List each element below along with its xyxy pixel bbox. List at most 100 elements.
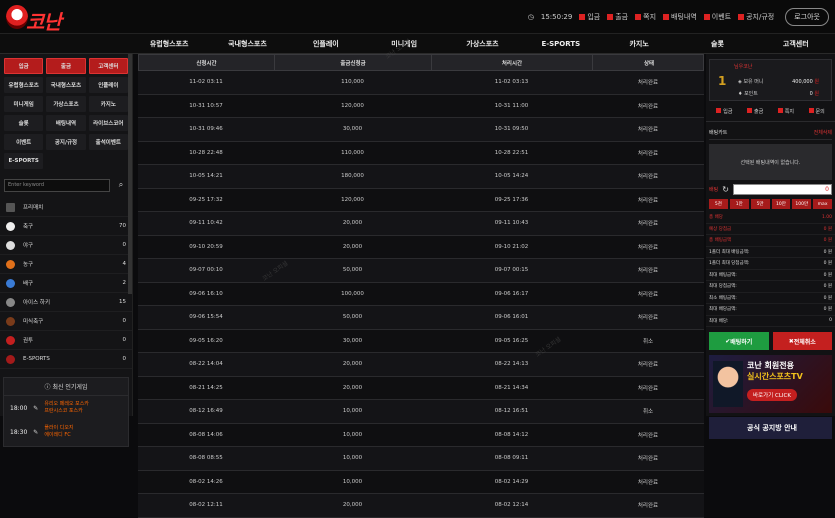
chip-max[interactable]: max [813,199,832,209]
sport-item-football[interactable]: 미식축구 0 [0,312,132,331]
account-message-button[interactable]: 쪽지 [777,108,794,115]
clear-slip-link[interactable]: 전체삭제 [814,129,832,136]
sport-item-basketball[interactable]: 농구 4 [0,255,132,274]
cell-status: 처리완료 [637,479,659,486]
top-link-bet-history[interactable]: 배팅내역 [663,12,697,22]
cell-amount: 110,000 [341,79,364,86]
quick-euro-sports[interactable]: 유럽형스포츠 [4,77,44,93]
sport-item-baseball[interactable]: 야구 0 [0,236,132,255]
cell-process-time: 10-28 22:51 [494,149,529,156]
nav-support[interactable]: 고객센터 [757,34,835,53]
nav-euro-sports[interactable]: 유럽형스포츠 [130,34,208,53]
account-deposit-button[interactable]: 입금 [716,108,732,115]
quick-slot[interactable]: 슬롯 [4,115,44,131]
baseball-icon [6,240,15,250]
site-logo[interactable]: 코난 [6,3,62,34]
character-image [713,361,743,407]
quick-inplay[interactable]: 인플레이 [88,77,128,93]
chip-1m[interactable]: 100만 [792,199,812,209]
quick-minigame[interactable]: 미니게임 [4,96,44,112]
place-bet-button[interactable]: ✔ 배팅하기 [709,332,769,350]
summary-value: 0 원 [823,307,832,313]
sport-item-boxing[interactable]: 권투 0 [0,331,132,350]
cell-request-time: 09-06 15:54 [189,314,223,321]
table-row: 09-25 17:32 120,000 09-25 17:36 처리완료 [138,188,704,212]
sport-item-icehockey[interactable]: 아이스 하키 15 [0,293,132,312]
cancel-all-button[interactable]: ✖ 전체취소 [772,332,832,350]
table-row: 08-08 08:55 10,000 08-08 09:11 처리완료 [138,447,704,471]
search-icon[interactable]: ⌕ [114,179,128,192]
table-row: 08-12 16:49 10,000 08-12 16:51 취소 [138,400,704,424]
cell-status: 처리완료 [637,503,659,510]
top-link-notice[interactable]: 공지/규정 [738,12,774,22]
table-body: 11-02 03:11 110,000 11-02 03:13 처리완료 10-31 1… [138,71,704,518]
quick-attendance[interactable]: 출석이벤트 [88,134,128,150]
quick-withdraw-button[interactable]: 출금 [46,58,86,74]
quick-event[interactable]: 이벤트 [4,134,44,150]
point-value: 0 원 [809,91,819,97]
top-link-deposit[interactable]: 입금 [579,12,600,22]
top-link-event[interactable]: 이벤트 [703,12,731,22]
cell-process-time: 09-25 17:36 [494,196,529,203]
nav-inplay[interactable]: 인플레이 [287,34,365,53]
main-nav: 유럽형스포츠 국내형스포츠 인플레이 미니게임 가상스포츠 E-SPORTS 카… [0,34,835,54]
quick-bet-history[interactable]: 배팅내역 [46,115,86,131]
quick-domestic-sports[interactable]: 국내형스포츠 [46,77,86,93]
cell-amount: 10,000 [342,455,363,462]
quick-deposit-button[interactable]: 입금 [4,58,44,74]
cell-request-time: 09-06 16:10 [189,290,223,297]
sport-item-esports[interactable]: E-SPORTS 0 [0,350,132,369]
sidebar-scrollbar[interactable] [128,54,132,294]
popular-game-row[interactable]: 18:00 ✎ 유리오 페레오 포스카 프란시스코 포스카 [4,396,128,420]
quick-support-button[interactable]: 고객센터 [88,58,128,74]
cell-process-time: 09-06 16:01 [494,314,529,321]
popular-game-row[interactable]: 18:30 ✎ 플라이 디오지 에이레디 FC [4,420,128,444]
cell-process-time: 08-22 14:13 [494,361,529,368]
cell-status: 처리완료 [637,80,659,87]
bet-amount-input[interactable]: 0 [732,184,832,195]
amount-chips: 5천 1만 5만 10만 100만 max [709,199,832,209]
cell-status: 처리완료 [637,456,659,463]
nav-virtual-sports[interactable]: 가상스포츠 [443,34,521,53]
quick-livescore[interactable]: 라이브스코어 [88,115,128,131]
chip-50k[interactable]: 5만 [750,199,770,209]
quick-casino[interactable]: 카지노 [88,96,128,112]
cell-amount: 20,000 [342,384,363,391]
level-badge: 1 [718,74,727,88]
nav-esports[interactable]: E-SPORTS [522,34,600,53]
money-label: ◈ 보유 머니 [738,79,764,85]
quick-notice[interactable]: 공지/규정 [46,134,86,150]
cell-amount: 180,000 [341,173,364,180]
money-value: 400,000 원 [792,79,819,85]
cell-status: 처리완료 [637,362,659,369]
cell-status: 처리완료 [637,432,659,439]
summary-value: 0 원 [823,284,832,290]
chip-5k[interactable]: 5천 [709,199,728,209]
summary-value: 0 원 [823,272,832,278]
summary-value: 0 원 [823,261,832,267]
nav-slot[interactable]: 슬롯 [678,34,756,53]
sport-item-soccer[interactable]: 축구 70 [0,217,132,236]
account-withdraw-button[interactable]: 출금 [747,108,763,115]
chip-10k[interactable]: 1만 [729,199,749,209]
banner-click-button[interactable]: 바로가기 CLICK [747,389,797,401]
refresh-icon[interactable]: ↻ [722,185,729,194]
top-link-message[interactable]: 쪽지 [635,12,656,22]
summary-label: 최소 배팅금액: [709,295,737,301]
tv-banner[interactable]: 코난 회원전용 실시간스포츠TV 바로가기 CLICK [709,355,832,413]
top-link-withdraw[interactable]: 출금 [607,12,628,22]
quick-virtual-sports[interactable]: 가상스포츠 [46,96,86,112]
nav-domestic-sports[interactable]: 국내형스포츠 [208,34,286,53]
table-row: 09-05 16:20 30,000 09-05 16:25 취소 [138,329,704,353]
cell-status: 처리완료 [637,103,659,110]
notice-banner[interactable]: 공식 공지방 안내 [709,417,832,439]
cell-process-time: 08-12 16:51 [494,408,529,415]
cell-status: 취소 [642,409,654,416]
chip-100k[interactable]: 10만 [771,199,791,209]
sport-item-volleyball[interactable]: 배구 2 [0,274,132,293]
account-inquiry-button[interactable]: 문의 [808,108,825,115]
quick-esports[interactable]: E-SPORTS [4,153,44,169]
search-input[interactable]: Enter keyword [4,179,110,192]
nav-casino[interactable]: 카지노 [600,34,678,53]
logout-button[interactable]: 로그아웃 [785,8,829,26]
